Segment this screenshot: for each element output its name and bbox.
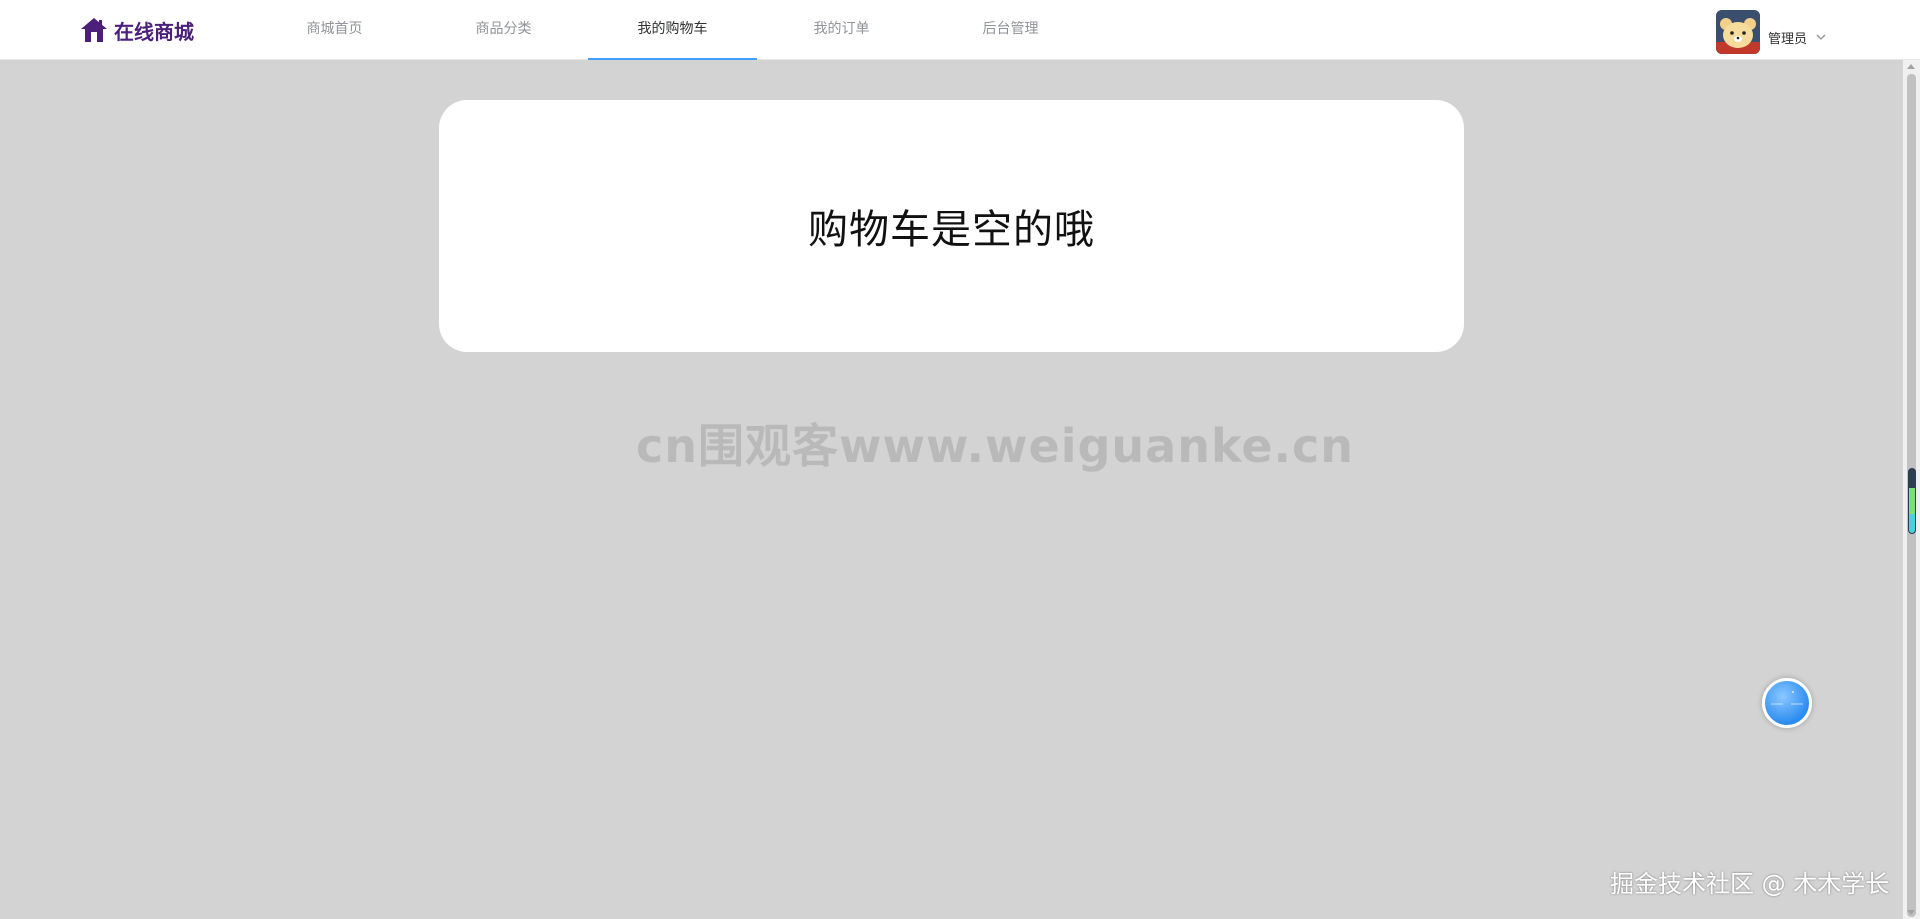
logo-text: 在线商城: [114, 19, 194, 44]
floating-assistant-button[interactable]: [1762, 678, 1812, 728]
chevron-down-icon[interactable]: [1815, 31, 1827, 43]
scroll-up-arrow-icon[interactable]: [1907, 64, 1915, 69]
site-logo[interactable]: 在线商城: [80, 14, 194, 46]
top-header: 在线商城 商城首页 商品分类 我的购物车 我的订单 后台管理 管理员: [0, 0, 1920, 60]
empty-cart-message: 购物车是空的哦: [808, 207, 1095, 253]
avatar[interactable]: [1716, 10, 1760, 54]
nav-item-admin[interactable]: 后台管理: [926, 0, 1095, 60]
user-menu[interactable]: 管理员: [1716, 10, 1827, 54]
footer-watermark: 掘金技术社区 @ 木木学长: [1610, 870, 1890, 898]
nav-item-categories[interactable]: 商品分类: [419, 0, 588, 60]
bear-avatar-icon: [1716, 10, 1760, 54]
side-indicator-widget[interactable]: [1908, 468, 1916, 534]
nav-item-cart[interactable]: 我的购物车: [588, 0, 757, 60]
scroll-down-arrow-icon[interactable]: [1907, 910, 1915, 915]
main-nav: 商城首页 商品分类 我的购物车 我的订单 后台管理: [250, 0, 1095, 60]
nav-item-orders[interactable]: 我的订单: [757, 0, 926, 60]
empty-cart-card: 购物车是空的哦: [439, 100, 1464, 352]
home-icon: [81, 18, 107, 42]
assistant-ball-icon: [1771, 691, 1803, 705]
nav-item-home[interactable]: 商城首页: [250, 0, 419, 60]
page-watermark: cn围观客www.weiguanke.cn: [636, 419, 1355, 473]
user-name[interactable]: 管理员: [1768, 28, 1807, 47]
